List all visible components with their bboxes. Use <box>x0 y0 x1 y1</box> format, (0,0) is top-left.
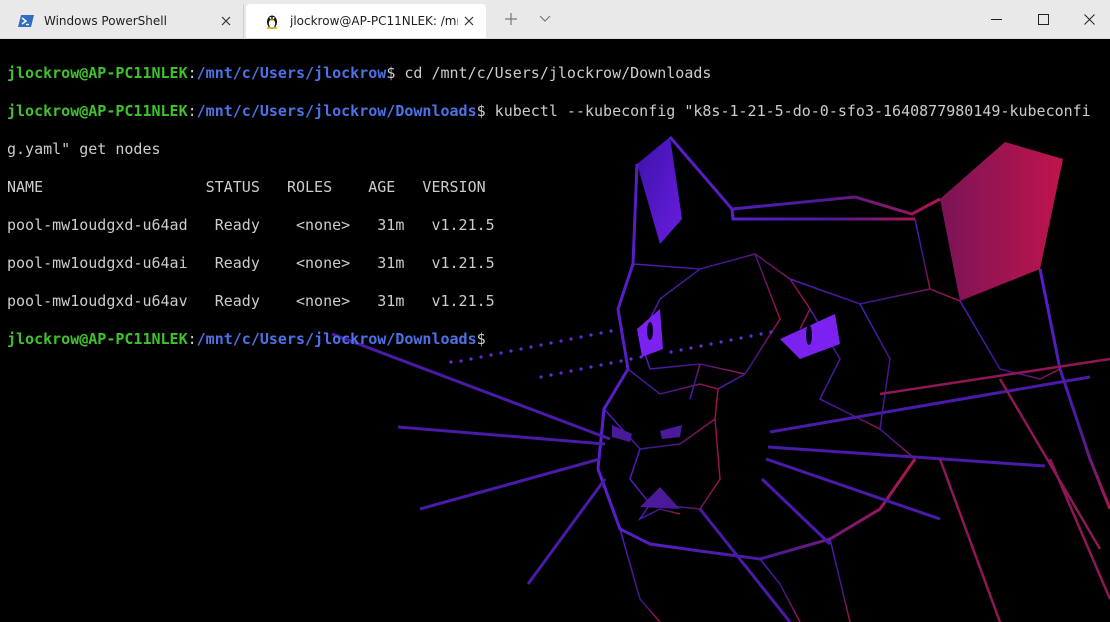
prompt-colon: : <box>187 64 197 82</box>
prompt-colon: : <box>187 102 197 120</box>
terminal-line: jlockrow@AP-PC11NLEK:/mnt/c/Users/jlockr… <box>7 102 1091 121</box>
tab-windows-powershell[interactable]: Windows PowerShell <box>0 4 244 38</box>
prompt-sign: $ <box>386 64 396 82</box>
title-bar: Windows PowerShell jlockrow@AP-PC11NLEK:… <box>0 0 1110 39</box>
table-header: NAME STATUS ROLES AGE VERSION <box>7 178 486 196</box>
tab-dropdown-button[interactable] <box>532 4 558 34</box>
prompt-user: jlockrow@AP-PC11NLEK <box>7 330 188 348</box>
plus-icon <box>505 13 517 25</box>
terminal-line: jlockrow@AP-PC11NLEK:/mnt/c/Users/jlockr… <box>7 64 1091 83</box>
new-tab-button[interactable] <box>496 4 526 34</box>
prompt-path: /mnt/c/Users/jlockrow <box>196 64 387 82</box>
tab-linux-shell[interactable]: jlockrow@AP-PC11NLEK: /mnt/ <box>246 4 486 38</box>
prompt-sign: $ <box>476 102 486 120</box>
tab-label: Windows PowerShell <box>44 14 167 28</box>
prompt-user: jlockrow@AP-PC11NLEK <box>7 64 188 82</box>
terminal-line: g.yaml" get nodes <box>7 140 161 158</box>
prompt-path: /mnt/c/Users/jlockrow/Downloads <box>196 102 477 120</box>
minimize-button[interactable] <box>973 0 1019 38</box>
terminal-output: jlockrow@AP-PC11NLEK:/mnt/c/Users/jlockr… <box>7 45 1091 387</box>
minimize-icon <box>990 18 1002 20</box>
maximize-icon <box>1037 13 1049 25</box>
close-tab-icon[interactable] <box>458 10 480 32</box>
tux-linux-icon <box>264 13 280 29</box>
terminal-pane[interactable]: jlockrow@AP-PC11NLEK:/mnt/c/Users/jlockr… <box>0 39 1110 622</box>
command-text: cd /mnt/c/Users/jlockrow/Downloads <box>395 64 712 82</box>
table-row: pool-mw1oudgxd-u64av Ready <none> 31m v1… <box>7 292 495 310</box>
command-text: kubectl --kubeconfig "k8s-1-21-5-do-0-sf… <box>485 102 1091 120</box>
maximize-button[interactable] <box>1020 0 1066 38</box>
close-icon <box>1083 13 1095 25</box>
prompt-sign: $ <box>476 330 486 348</box>
terminal-line: jlockrow@AP-PC11NLEK:/mnt/c/Users/jlockr… <box>7 330 1091 349</box>
prompt-path: /mnt/c/Users/jlockrow/Downloads <box>196 330 477 348</box>
close-window-button[interactable] <box>1066 0 1110 38</box>
tab-label: jlockrow@AP-PC11NLEK: /mnt/ <box>290 14 458 28</box>
table-row: pool-mw1oudgxd-u64ad Ready <none> 31m v1… <box>7 216 495 234</box>
chevron-down-icon <box>539 15 551 22</box>
prompt-user: jlockrow@AP-PC11NLEK <box>7 102 188 120</box>
close-tab-icon[interactable] <box>215 10 237 32</box>
prompt-colon: : <box>187 330 197 348</box>
powershell-icon <box>18 13 34 29</box>
table-row: pool-mw1oudgxd-u64ai Ready <none> 31m v1… <box>7 254 495 272</box>
